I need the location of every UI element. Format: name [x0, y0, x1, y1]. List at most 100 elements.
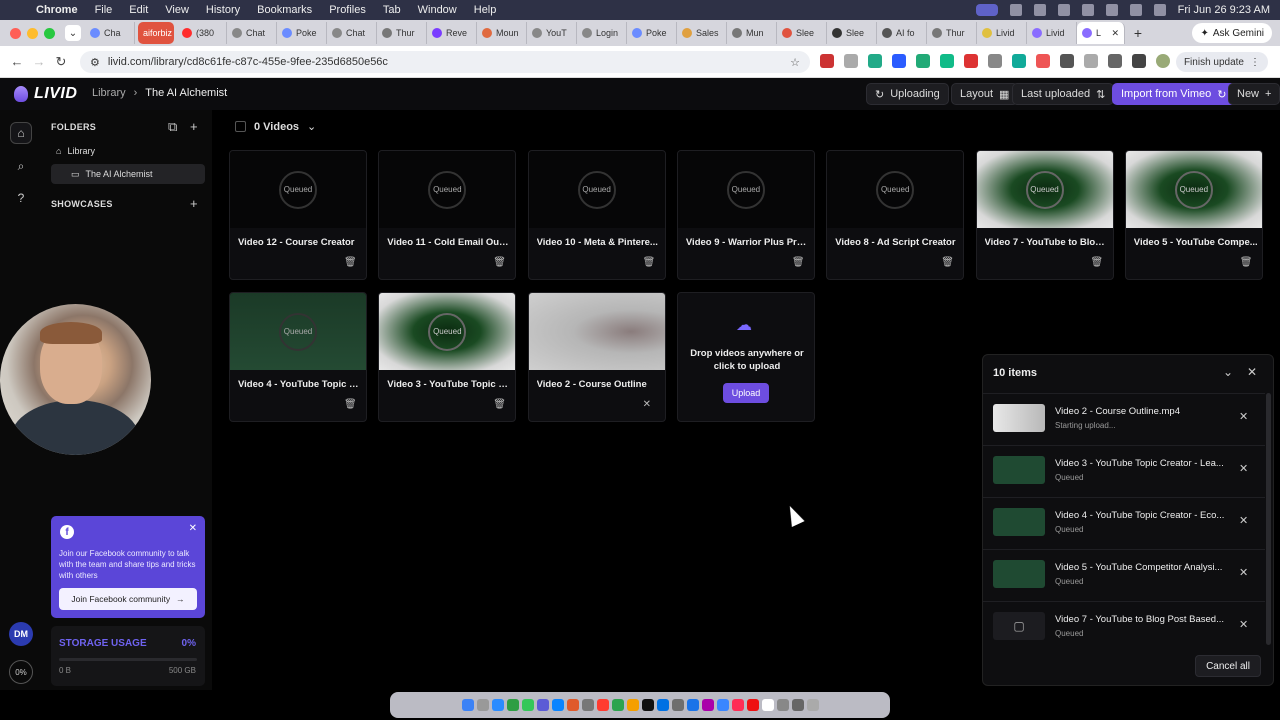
browser-tab[interactable]: Livid	[1027, 22, 1077, 44]
tray-icon[interactable]	[1081, 4, 1094, 16]
video-card[interactable]: Queued Video 10 - Meta & Pintere... 🗑	[527, 150, 666, 280]
sidebar-item-library[interactable]: ⌂ Library	[51, 141, 205, 161]
video-title[interactable]: Video 10 - Meta & Pintere...	[537, 237, 661, 248]
menu-bookmarks[interactable]: Bookmarks	[257, 4, 312, 16]
video-thumbnail[interactable]: Queued	[677, 151, 814, 228]
upload-list-scrollbar[interactable]	[1266, 393, 1271, 645]
video-title[interactable]: Video 11 - Cold Email Outr...	[387, 237, 511, 248]
video-card[interactable]: Queued Video 11 - Cold Email Outr... 🗑	[378, 150, 517, 280]
import-vimeo-button[interactable]: Import from Vimeo ↻	[1112, 83, 1236, 105]
video-title[interactable]: Video 4 - YouTube Topic C...	[238, 379, 362, 390]
video-title[interactable]: Video 9 - Warrior Plus Pro...	[686, 237, 810, 248]
extension-icon[interactable]	[916, 54, 930, 68]
trash-icon[interactable]: 🗑	[344, 257, 357, 268]
video-card[interactable]: Queued Video 5 - YouTube Compe... 🗑	[1124, 150, 1263, 280]
browser-tab[interactable]: (380	[177, 22, 227, 44]
browser-tab[interactable]: Thur	[377, 22, 427, 44]
upload-dropzone[interactable]: ☁ Drop videos anywhere or click to uploa…	[677, 292, 815, 422]
dock-app-icon[interactable]	[476, 699, 489, 711]
video-thumbnail[interactable]: Queued	[1125, 151, 1262, 228]
browser-tab[interactable]: Chat	[327, 22, 377, 44]
extension-icon[interactable]	[1060, 54, 1074, 68]
remove-upload-icon[interactable]: ✕	[1239, 566, 1248, 579]
browser-tab[interactable]: Poke	[277, 22, 327, 44]
browser-tab[interactable]: AI fo	[877, 22, 927, 44]
menu-file[interactable]: File	[95, 4, 113, 16]
dock-app-icon[interactable]	[731, 699, 744, 711]
control-center-icon[interactable]	[1153, 4, 1166, 16]
bookmark-star-icon[interactable]: ☆	[790, 56, 800, 69]
minimize-window-icon[interactable]	[27, 27, 38, 39]
dock-app-icon[interactable]	[461, 699, 474, 711]
trash-icon[interactable]: 🗑	[344, 399, 357, 410]
dock-app-icon[interactable]	[806, 699, 819, 711]
back-icon[interactable]: ←	[6, 54, 28, 69]
extension-icon[interactable]	[964, 54, 978, 68]
video-thumbnail[interactable]: Queued	[976, 151, 1113, 228]
dock-app-icon[interactable]	[776, 699, 789, 711]
layout-button[interactable]: Layout ▦	[951, 83, 1019, 105]
video-card[interactable]: Queued Video 9 - Warrior Plus Pro... 🗑	[676, 150, 815, 280]
video-card[interactable]: Queued Video 8 - Ad Script Creator 🗑	[826, 150, 965, 280]
dock-app-icon[interactable]	[521, 699, 534, 711]
upload-button[interactable]: Upload	[723, 383, 769, 403]
search-icon[interactable]	[1129, 4, 1142, 16]
site-info-icon[interactable]: ⚙	[90, 56, 100, 69]
video-title[interactable]: Video 3 - YouTube Topic C...	[387, 379, 511, 390]
zoom-window-icon[interactable]	[44, 27, 55, 39]
browser-tab[interactable]: Sales	[677, 22, 727, 44]
video-thumbnail[interactable]: Queued	[827, 151, 964, 228]
dock-app-icon[interactable]	[671, 699, 684, 711]
new-button[interactable]: New +	[1228, 83, 1280, 105]
dock-app-icon[interactable]	[581, 699, 594, 711]
menu-profiles[interactable]: Profiles	[329, 4, 366, 16]
video-thumbnail[interactable]: Queued	[379, 293, 516, 370]
remove-upload-icon[interactable]: ✕	[1239, 410, 1248, 423]
browser-tab[interactable]: YouT	[527, 22, 577, 44]
menu-view[interactable]: View	[165, 4, 189, 16]
uploading-button[interactable]: ↻ Uploading	[866, 83, 949, 105]
download-icon[interactable]	[1132, 54, 1146, 68]
browser-tab[interactable]: Cha	[85, 22, 135, 44]
dock-app-icon[interactable]	[791, 699, 804, 711]
extension-icon[interactable]	[1012, 54, 1026, 68]
extension-icon[interactable]	[844, 54, 858, 68]
browser-tab[interactable]: Mun	[727, 22, 777, 44]
add-showcase-icon[interactable]: +	[190, 196, 198, 211]
browser-tab[interactable]: Chat	[227, 22, 277, 44]
video-card[interactable]: Queued Video 4 - YouTube Topic C... 🗑	[229, 292, 367, 422]
screen-record-icon[interactable]	[975, 4, 998, 16]
dock-app-icon[interactable]	[536, 699, 549, 711]
cancel-all-button[interactable]: Cancel all	[1195, 655, 1261, 677]
dock-app-icon[interactable]	[761, 699, 774, 711]
video-title[interactable]: Video 5 - YouTube Compe...	[1134, 237, 1258, 248]
video-thumbnail[interactable]: Queued	[230, 293, 366, 370]
close-window-icon[interactable]	[10, 27, 21, 39]
dock-app-icon[interactable]	[566, 699, 579, 711]
menu-edit[interactable]: Edit	[129, 4, 148, 16]
dock-app-icon[interactable]	[641, 699, 654, 711]
dock-app-icon[interactable]	[716, 699, 729, 711]
ask-gemini-button[interactable]: ✦ Ask Gemini	[1192, 23, 1272, 43]
trash-icon[interactable]: 🗑	[1091, 257, 1104, 268]
dock-app-icon[interactable]	[506, 699, 519, 711]
trash-icon[interactable]: 🗑	[792, 257, 805, 268]
wifi-icon[interactable]	[1105, 4, 1118, 16]
copy-folder-icon[interactable]: ⧉	[168, 119, 177, 135]
trash-icon[interactable]: 🗑	[1240, 257, 1253, 268]
close-panel-icon[interactable]: ✕	[1247, 365, 1257, 379]
video-title[interactable]: Video 12 - Course Creator	[238, 237, 362, 248]
avatar[interactable]: DM	[9, 622, 33, 646]
livid-logo[interactable]: LIVID	[14, 85, 77, 103]
remove-upload-icon[interactable]: ✕	[1239, 462, 1248, 475]
browser-tab[interactable]: Reve	[427, 22, 477, 44]
dock-app-icon[interactable]	[626, 699, 639, 711]
video-card[interactable]: Queued Video 7 - YouTube to Blog ... 🗑	[975, 150, 1114, 280]
dock-app-icon[interactable]	[746, 699, 759, 711]
address-bar[interactable]: ⚙ livid.com/library/cd8c61fe-c87c-455e-9…	[80, 51, 810, 73]
trash-icon[interactable]: 🗑	[941, 257, 954, 268]
tray-icon[interactable]	[1009, 4, 1022, 16]
video-thumbnail[interactable]: Queued	[379, 151, 516, 228]
dock-app-icon[interactable]	[656, 699, 669, 711]
trash-icon[interactable]: 🗑	[493, 399, 506, 410]
